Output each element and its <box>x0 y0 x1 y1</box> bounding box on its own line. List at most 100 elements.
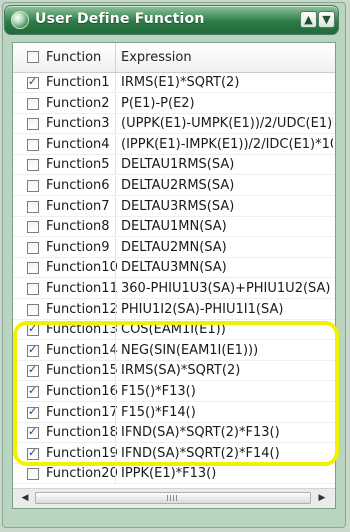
move-down-icon[interactable]: ▼ <box>318 11 335 28</box>
row-checkbox[interactable] <box>27 180 39 192</box>
table-row[interactable]: Function20 IPPK(E1)*F13() <box>13 464 335 485</box>
function-expression[interactable]: (UPPK(E1)-UMPK(E1))/2/UDC(E1)* <box>121 116 333 131</box>
row-checkbox[interactable] <box>27 468 39 481</box>
function-expression[interactable]: F15()*F13() <box>121 384 333 399</box>
table-row[interactable]: Function8 DELTAU1MN(SA) <box>13 217 335 238</box>
function-name: Function15 <box>46 363 118 379</box>
window-icon <box>11 11 29 29</box>
table-row[interactable]: Function13COS(EAM1I(E1)) <box>13 320 335 341</box>
function-name: Function19 <box>46 445 118 461</box>
column-divider <box>115 464 116 485</box>
function-expression[interactable]: F15()*F14() <box>121 405 333 420</box>
table-row[interactable]: Function6 DELTAU2RMS(SA) <box>13 176 335 196</box>
function-expression[interactable]: DELTAU1MN(SA) <box>121 219 333 234</box>
row-divider <box>13 483 335 485</box>
title-bar: User Define Function ▲ ▼ <box>4 5 339 35</box>
function-name: Function9 <box>46 239 110 255</box>
function-name: Function12 <box>46 301 118 317</box>
list-rows: Function1 IRMS(E1)*SQRT(2) Function2 P(E1)-… <box>13 73 335 485</box>
table-row[interactable]: Function18IFND(SA)*SQRT(2)*F13() <box>13 423 335 444</box>
row-checkbox[interactable] <box>27 283 39 295</box>
row-checkbox[interactable] <box>27 343 39 357</box>
table-row[interactable]: Function19IFND(SA)*SQRT(2)*F14() <box>13 443 335 464</box>
table-row[interactable]: Function3 (UPPK(E1)-UMPK(E1))/2/UDC(E1)* <box>13 114 335 135</box>
function-expression[interactable]: IRMS(SA)*SQRT(2) <box>121 363 333 378</box>
row-checkbox[interactable] <box>27 138 39 151</box>
row-checkbox[interactable] <box>27 97 39 110</box>
function-expression[interactable]: P(E1)-P(E2) <box>121 96 333 111</box>
horizontal-scrollbar[interactable]: ◀ ▶ <box>13 488 335 508</box>
column-divider <box>115 402 116 423</box>
column-divider <box>115 382 116 402</box>
table-row[interactable]: Function5 DELTAU1RMS(SA) <box>13 155 335 176</box>
function-expression[interactable]: DELTAU3RMS(SA) <box>121 199 333 214</box>
function-name: Function5 <box>46 157 110 173</box>
row-checkbox[interactable] <box>27 159 39 172</box>
column-divider <box>115 155 116 176</box>
row-checkbox[interactable] <box>27 75 39 89</box>
row-checkbox[interactable] <box>27 241 39 254</box>
scroll-thumb[interactable] <box>35 492 311 504</box>
table-row[interactable]: Function2 P(E1)-P(E2) <box>13 93 335 114</box>
row-checkbox[interactable] <box>27 303 39 316</box>
row-checkbox[interactable] <box>27 200 39 213</box>
row-checkbox[interactable] <box>27 425 39 440</box>
row-checkbox[interactable] <box>27 405 39 419</box>
row-checkbox[interactable] <box>27 262 39 275</box>
table-row[interactable]: Function10 DELTAU3MN(SA) <box>13 258 335 279</box>
table-row[interactable]: Function1 IRMS(E1)*SQRT(2) <box>13 73 335 93</box>
function-name: Function11 <box>46 281 118 296</box>
function-expression[interactable]: 360-PHIU1U3(SA)+PHIU1U2(SA) <box>121 281 333 296</box>
table-row[interactable]: Function17F15()*F14() <box>13 402 335 423</box>
function-expression[interactable]: NEG(SIN(EAM1I(E1))) <box>121 343 333 358</box>
header-function[interactable]: Function <box>46 43 101 72</box>
header-expression[interactable]: Expression <box>121 43 192 72</box>
table-row[interactable]: Function12 PHIU1I2(SA)-PHIU1I1(SA) <box>13 299 335 320</box>
function-expression[interactable]: IFND(SA)*SQRT(2)*F13() <box>121 425 333 440</box>
function-name: Function18 <box>46 425 118 441</box>
function-expression[interactable]: (IPPK(E1)-IMPK(E1))/2/IDC(E1)*10 <box>121 137 333 152</box>
column-divider <box>115 176 116 196</box>
column-divider <box>115 340 116 361</box>
column-divider <box>115 237 116 258</box>
scroll-left-icon[interactable]: ◀ <box>18 492 32 504</box>
function-expression[interactable]: COS(EAM1I(E1)) <box>121 322 333 337</box>
column-divider <box>115 320 116 341</box>
row-checkbox[interactable] <box>27 363 39 378</box>
function-expression[interactable]: PHIU1I2(SA)-PHIU1I1(SA) <box>121 302 333 317</box>
row-checkbox[interactable] <box>27 384 39 398</box>
function-name: Function16 <box>46 384 118 399</box>
function-list[interactable]: Function Expression Function1 IRMS(E1)*SQ… <box>12 42 336 509</box>
row-checkbox[interactable] <box>27 446 39 460</box>
table-row[interactable]: Function11 360-PHIU1U3(SA)+PHIU1U2(SA) <box>13 279 335 299</box>
column-divider <box>115 114 116 135</box>
table-row[interactable]: Function14NEG(SIN(EAM1I(E1))) <box>13 340 335 361</box>
function-expression[interactable]: IPPK(E1)*F13() <box>121 466 333 481</box>
move-up-icon[interactable]: ▲ <box>300 11 317 28</box>
column-divider <box>115 258 116 279</box>
table-row[interactable]: Function16F15()*F13() <box>13 382 335 402</box>
row-checkbox[interactable] <box>27 322 39 337</box>
select-all-checkbox[interactable] <box>27 51 39 63</box>
column-divider <box>115 443 116 464</box>
row-checkbox[interactable] <box>27 118 39 131</box>
function-expression[interactable]: IRMS(E1)*SQRT(2) <box>121 75 333 90</box>
row-checkbox[interactable] <box>27 221 39 234</box>
grip-icon <box>167 495 177 501</box>
header-divider[interactable] <box>115 43 116 72</box>
scroll-right-icon[interactable]: ▶ <box>315 492 329 504</box>
column-divider <box>115 93 116 114</box>
column-divider <box>115 361 116 382</box>
function-expression[interactable]: DELTAU2MN(SA) <box>121 240 333 255</box>
table-row[interactable]: Function9 DELTAU2MN(SA) <box>13 237 335 258</box>
function-name: Function2 <box>46 95 110 111</box>
function-expression[interactable]: DELTAU3MN(SA) <box>121 260 333 275</box>
table-row[interactable]: Function4 (IPPK(E1)-IMPK(E1))/2/IDC(E1)*1… <box>13 134 335 155</box>
function-name: Function13 <box>46 322 118 338</box>
function-expression[interactable]: DELTAU1RMS(SA) <box>121 157 333 172</box>
table-row[interactable]: Function7 DELTAU3RMS(SA) <box>13 196 335 217</box>
function-expression[interactable]: DELTAU2RMS(SA) <box>121 178 333 193</box>
function-expression[interactable]: IFND(SA)*SQRT(2)*F14() <box>121 446 333 461</box>
column-divider <box>115 279 116 299</box>
table-row[interactable]: Function15IRMS(SA)*SQRT(2) <box>13 361 335 382</box>
